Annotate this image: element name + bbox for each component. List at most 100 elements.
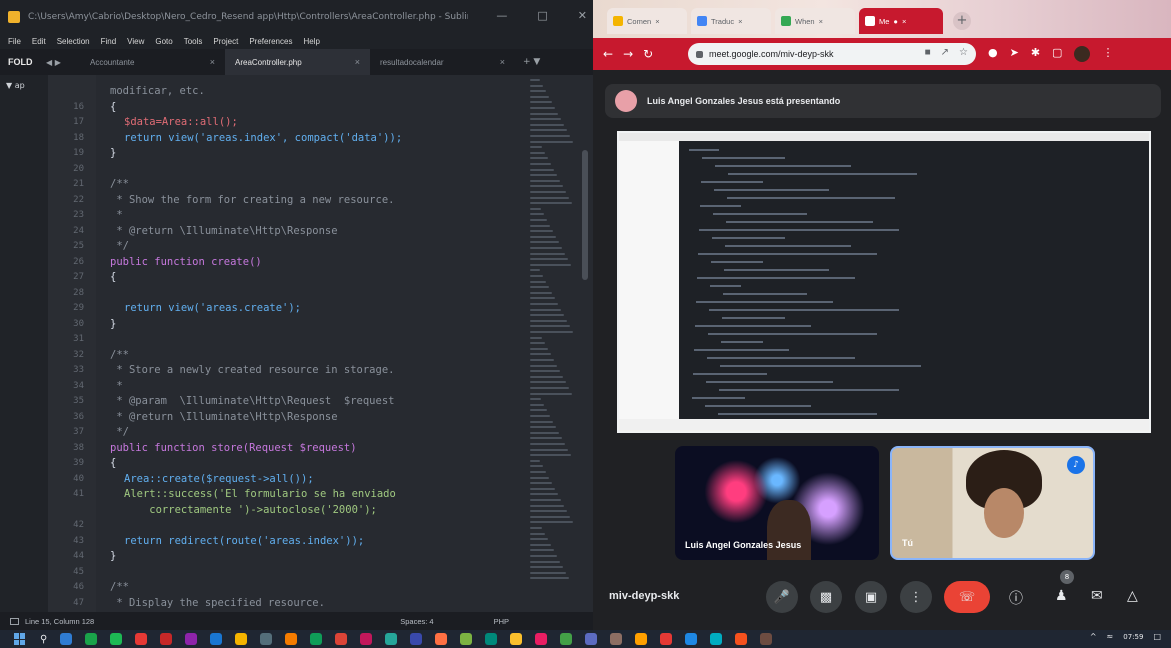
- code-line[interactable]: */: [110, 239, 129, 255]
- editor-tab[interactable]: resultadocalendar ×: [370, 49, 515, 75]
- code-line[interactable]: return view('areas.create');: [124, 301, 301, 317]
- back-icon[interactable]: ←: [603, 47, 613, 61]
- bookmark-star-icon[interactable]: ☆: [959, 47, 968, 58]
- tab-list-icon[interactable]: + ▼: [523, 57, 540, 67]
- code-line[interactable]: /**: [110, 177, 129, 193]
- indent-setting[interactable]: Spaces: 4: [400, 617, 433, 626]
- taskbar-app-icon[interactable]: [660, 633, 673, 645]
- code-line[interactable]: }: [110, 146, 116, 162]
- people-icon[interactable]: ♟: [1055, 588, 1068, 604]
- taskbar-app-icon[interactable]: [135, 633, 148, 645]
- code-line[interactable]: }: [110, 549, 116, 565]
- present-button[interactable]: ▣: [855, 581, 887, 613]
- participant-tile[interactable]: Luis Angel Gonzales Jesus: [675, 446, 879, 560]
- chat-icon[interactable]: ✉: [1091, 588, 1103, 604]
- code-line[interactable]: {: [110, 270, 116, 286]
- browser-tab[interactable]: When ×: [775, 8, 855, 34]
- tray-chevron-icon[interactable]: ^: [1090, 632, 1097, 641]
- search-icon[interactable]: ⚲: [40, 634, 47, 645]
- taskbar-app-icon[interactable]: [260, 633, 273, 645]
- taskbar-app-icon[interactable]: [610, 633, 623, 645]
- minimap[interactable]: [526, 75, 580, 612]
- code-line[interactable]: * Show the form for creating a new resou…: [110, 193, 394, 209]
- code-line[interactable]: */: [110, 425, 129, 441]
- taskbar-app-icon[interactable]: [635, 633, 648, 645]
- taskbar-app-icon[interactable]: [235, 633, 248, 645]
- camera-button[interactable]: ▩: [810, 581, 842, 613]
- menu-kebab-icon[interactable]: ⋮: [1102, 46, 1113, 62]
- profile-avatar[interactable]: [1074, 46, 1091, 62]
- code-line[interactable]: * Display the specified resource.: [110, 596, 325, 612]
- code-line[interactable]: *: [110, 208, 122, 224]
- tab-close-icon[interactable]: ×: [500, 57, 505, 67]
- taskbar-app-icon[interactable]: [360, 633, 373, 645]
- sidepanel-icon[interactable]: ▢: [1052, 46, 1062, 62]
- menu-edit[interactable]: Edit: [32, 37, 46, 46]
- menu-project[interactable]: Project: [213, 37, 238, 46]
- minimize-icon[interactable]: —: [496, 9, 507, 22]
- menu-preferences[interactable]: Preferences: [249, 37, 292, 46]
- share-icon[interactable]: ↗: [941, 47, 949, 58]
- microphone-button[interactable]: 🎤: [766, 581, 798, 613]
- editor-scrollbar[interactable]: [582, 150, 588, 280]
- sidebar-folder-item[interactable]: ▼ ap: [0, 75, 48, 90]
- new-tab-button[interactable]: +: [953, 12, 971, 30]
- menu-view[interactable]: View: [127, 37, 144, 46]
- extension-icon[interactable]: ●: [988, 46, 998, 62]
- code-line[interactable]: * @return \Illuminate\Http\Response: [110, 224, 337, 240]
- menu-goto[interactable]: Goto: [155, 37, 172, 46]
- code-line[interactable]: return redirect(route('areas.index'));: [124, 534, 364, 550]
- taskbar-app-icon[interactable]: [435, 633, 448, 645]
- taskbar-app-icon[interactable]: [410, 633, 423, 645]
- taskbar-app-icon[interactable]: [560, 633, 573, 645]
- code-line[interactable]: public function store(Request $request): [110, 441, 357, 457]
- menu-help[interactable]: Help: [303, 37, 319, 46]
- code-line[interactable]: {: [110, 456, 116, 472]
- pdf-extension-icon[interactable]: ➤: [1010, 46, 1019, 62]
- code-line[interactable]: modificar, etc.: [110, 84, 205, 100]
- menu-file[interactable]: File: [8, 37, 21, 46]
- code-line[interactable]: Area::create($request->all());: [124, 472, 314, 488]
- menu-selection[interactable]: Selection: [57, 37, 90, 46]
- browser-tab[interactable]: Traduc ×: [691, 8, 771, 34]
- taskbar-app-icon[interactable]: [585, 633, 598, 645]
- syntax-setting[interactable]: PHP: [494, 617, 509, 626]
- taskbar-app-icon[interactable]: [535, 633, 548, 645]
- meeting-details-icon[interactable]: ⓘ: [1009, 588, 1023, 608]
- code-line[interactable]: correctamente ')->autoclose('2000');: [124, 503, 377, 519]
- close-icon[interactable]: ✕: [578, 9, 587, 22]
- activities-icon[interactable]: △: [1127, 588, 1138, 604]
- menu-find[interactable]: Find: [101, 37, 117, 46]
- wifi-icon[interactable]: ≈: [1107, 632, 1114, 641]
- browser-tab-active[interactable]: Me ● ×: [859, 8, 943, 34]
- more-options-button[interactable]: ⋮: [900, 581, 932, 613]
- browser-tab[interactable]: Comen ×: [607, 8, 687, 34]
- taskbar-app-icon[interactable]: [85, 633, 98, 645]
- taskbar-app-icon[interactable]: [760, 633, 773, 645]
- windows-start-icon[interactable]: [14, 633, 26, 645]
- taskbar-app-icon[interactable]: [60, 633, 73, 645]
- tab-close-icon[interactable]: ×: [738, 17, 742, 26]
- code-line[interactable]: * @return \Illuminate\Http\Response: [110, 410, 337, 426]
- maximize-icon[interactable]: □: [537, 9, 547, 22]
- tab-close-icon[interactable]: ×: [210, 57, 215, 67]
- code-line[interactable]: * Store a newly created resource in stor…: [110, 363, 394, 379]
- taskbar-app-icon[interactable]: [110, 633, 123, 645]
- taskbar-app-icon[interactable]: [710, 633, 723, 645]
- taskbar-app-icon[interactable]: [735, 633, 748, 645]
- taskbar-app-icon[interactable]: [285, 633, 298, 645]
- code-line[interactable]: }: [110, 317, 116, 333]
- taskbar-app-icon[interactable]: [310, 633, 323, 645]
- editor-tab[interactable]: Accountante ×: [80, 49, 225, 75]
- taskbar-app-icon[interactable]: [210, 633, 223, 645]
- editor-tab-active[interactable]: AreaController.php ×: [225, 49, 370, 75]
- forward-icon[interactable]: →: [623, 47, 633, 61]
- notification-icon[interactable]: □: [1153, 632, 1161, 641]
- taskbar-app-icon[interactable]: [160, 633, 173, 645]
- puzzle-icon[interactable]: ✱: [1031, 46, 1040, 62]
- tab-close-icon[interactable]: ×: [655, 17, 659, 26]
- taskbar-app-icon[interactable]: [385, 633, 398, 645]
- code-line[interactable]: * @param \Illuminate\Http\Request $reque…: [110, 394, 394, 410]
- tab-close-icon[interactable]: ×: [902, 17, 906, 26]
- menu-tools[interactable]: Tools: [184, 37, 203, 46]
